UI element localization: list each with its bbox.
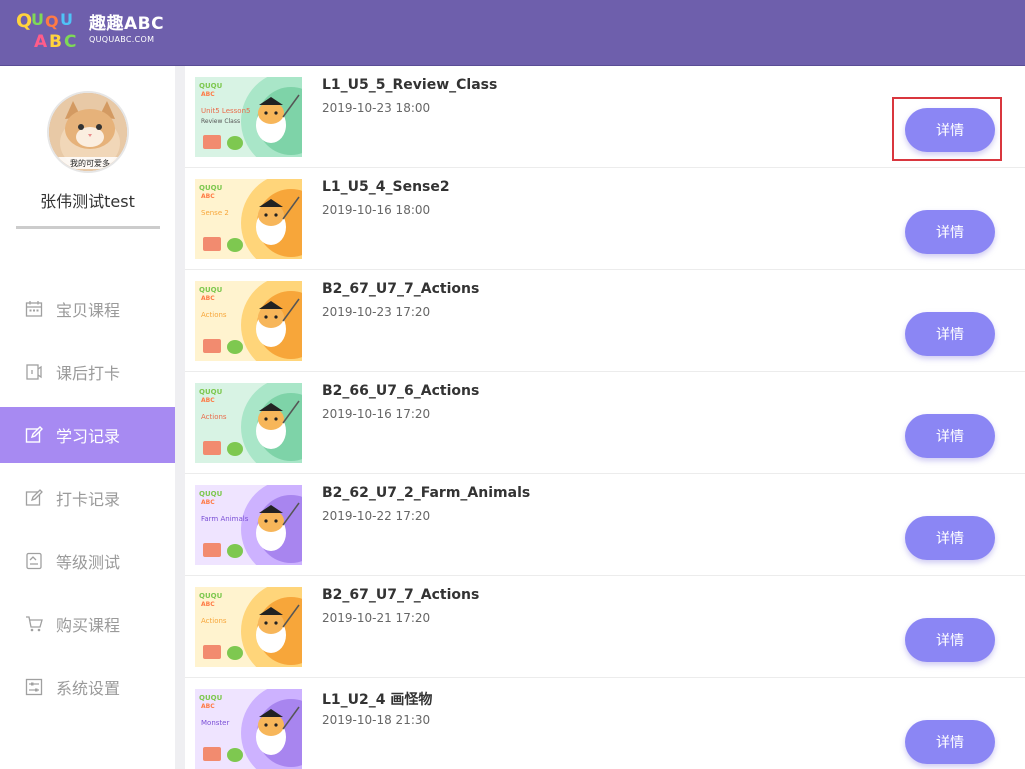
username-underline bbox=[16, 226, 160, 229]
nav-item-after-class-checkin[interactable]: 课后打卡 bbox=[0, 344, 175, 400]
list-item: QUQU ABC Unit5 Lesson5 Review Class L1_U… bbox=[185, 66, 1025, 168]
nav-label: 系统设置 bbox=[56, 679, 121, 698]
cart-icon bbox=[25, 615, 43, 633]
course-thumbnail: QUQU ABC Actions bbox=[195, 587, 302, 667]
brand-url: QUQUABC.COM bbox=[89, 35, 155, 44]
course-thumbnail: QUQU ABC Actions bbox=[195, 383, 302, 463]
svg-text:Q: Q bbox=[16, 10, 32, 32]
course-title: B2_67_U7_7_Actions bbox=[322, 587, 480, 603]
svg-text:Q: Q bbox=[45, 12, 59, 31]
nav-label: 宝贝课程 bbox=[56, 301, 121, 320]
list-item: QUQU ABC Actions B2_66_U7_6_Actions 2019… bbox=[185, 372, 1025, 474]
nav-item-checkin-records[interactable]: 打卡记录 bbox=[0, 470, 175, 526]
course-title: L1_U5_4_Sense2 bbox=[322, 179, 450, 195]
course-thumbnail: QUQU ABC Monster bbox=[195, 689, 302, 769]
course-title: B2_66_U7_6_Actions bbox=[322, 383, 480, 399]
svg-text:Actions: Actions bbox=[201, 413, 227, 421]
svg-text:B: B bbox=[49, 32, 62, 50]
svg-text:Unit5 Lesson5: Unit5 Lesson5 bbox=[201, 107, 250, 115]
course-time: 2019-10-22 17:20 bbox=[322, 509, 431, 523]
list-item: QUQU ABC Actions B2_67_U7_7_Actions 2019… bbox=[185, 270, 1025, 372]
study-record-list: QUQU ABC Unit5 Lesson5 Review Class L1_U… bbox=[185, 66, 1025, 769]
course-time: 2019-10-18 21:30 bbox=[322, 713, 431, 727]
svg-text:我的可爱多: 我的可爱多 bbox=[70, 158, 110, 168]
svg-text:ABC: ABC bbox=[201, 499, 215, 506]
edit-icon bbox=[25, 489, 43, 507]
settings-icon bbox=[25, 678, 43, 696]
edit-icon bbox=[25, 426, 43, 444]
nav-label: 打卡记录 bbox=[56, 490, 121, 509]
checkin-icon bbox=[25, 363, 43, 381]
course-thumbnail: QUQU ABC Farm Animals bbox=[195, 485, 302, 565]
nav-label: 学习记录 bbox=[56, 427, 121, 446]
svg-text:ABC: ABC bbox=[201, 397, 215, 404]
svg-text:Review Class: Review Class bbox=[201, 118, 240, 125]
detail-button[interactable]: 详情 bbox=[905, 108, 995, 152]
svg-text:A: A bbox=[34, 32, 48, 50]
nav-item-system-settings[interactable]: 系统设置 bbox=[0, 659, 175, 715]
svg-text:ABC: ABC bbox=[201, 193, 215, 200]
course-title: B2_67_U7_7_Actions bbox=[322, 281, 480, 297]
svg-text:QUQU: QUQU bbox=[199, 388, 223, 396]
svg-text:ABC: ABC bbox=[201, 91, 215, 98]
svg-text:QUQU: QUQU bbox=[199, 184, 223, 192]
course-title: L1_U5_5_Review_Class bbox=[322, 77, 498, 93]
nav-label: 等级测试 bbox=[56, 553, 121, 572]
svg-text:QUQU: QUQU bbox=[199, 694, 223, 702]
course-thumbnail: QUQU ABC Sense 2 bbox=[195, 179, 302, 259]
brand-name: 趣趣ABC bbox=[89, 14, 165, 34]
ququ-logo: Q U Q U A B C bbox=[16, 10, 76, 50]
detail-button[interactable]: 详情 bbox=[905, 414, 995, 458]
svg-text:QUQU: QUQU bbox=[199, 82, 223, 90]
svg-text:C: C bbox=[64, 32, 76, 50]
course-title: B2_62_U7_2_Farm_Animals bbox=[322, 485, 531, 501]
nav-item-baby-courses[interactable]: 宝贝课程 bbox=[0, 281, 175, 337]
svg-text:Actions: Actions bbox=[201, 617, 227, 625]
detail-button[interactable]: 详情 bbox=[905, 618, 995, 662]
app-header: Q U Q U A B C 趣趣ABC QUQUABC.COM bbox=[0, 0, 1025, 66]
calendar-icon bbox=[25, 300, 43, 318]
detail-button[interactable]: 详情 bbox=[905, 720, 995, 764]
nav-label: 课后打卡 bbox=[56, 364, 121, 383]
list-item: QUQU ABC Sense 2 L1_U5_4_Sense2 2019-10-… bbox=[185, 168, 1025, 270]
course-time: 2019-10-23 18:00 bbox=[322, 101, 431, 115]
svg-text:U: U bbox=[31, 10, 44, 29]
course-thumbnail: QUQU ABC Unit5 Lesson5 Review Class bbox=[195, 77, 302, 157]
svg-text:Actions: Actions bbox=[201, 311, 227, 319]
nav-item-level-test[interactable]: 等级测试 bbox=[0, 533, 175, 589]
detail-button[interactable]: 详情 bbox=[905, 516, 995, 560]
svg-text:Sense 2: Sense 2 bbox=[201, 209, 229, 217]
svg-text:QUQU: QUQU bbox=[199, 490, 223, 498]
course-title: L1_U2_4 画怪物 bbox=[322, 692, 433, 708]
course-thumbnail: QUQU ABC Actions bbox=[195, 281, 302, 361]
svg-text:U: U bbox=[60, 10, 73, 29]
detail-button[interactable]: 详情 bbox=[905, 210, 995, 254]
course-time: 2019-10-23 17:20 bbox=[322, 305, 431, 319]
username: 张伟测试test bbox=[40, 192, 135, 211]
detail-button[interactable]: 详情 bbox=[905, 312, 995, 356]
sidebar-divider bbox=[175, 66, 185, 769]
course-time: 2019-10-16 17:20 bbox=[322, 407, 431, 421]
nav-item-buy-courses[interactable]: 购买课程 bbox=[0, 596, 175, 652]
course-time: 2019-10-16 18:00 bbox=[322, 203, 431, 217]
svg-text:QUQU: QUQU bbox=[199, 592, 223, 600]
list-item: QUQU ABC Actions B2_67_U7_7_Actions 2019… bbox=[185, 576, 1025, 678]
svg-text:ABC: ABC bbox=[201, 703, 215, 710]
svg-text:ABC: ABC bbox=[201, 295, 215, 302]
list-item: QUQU ABC Monster L1_U2_4 画怪物 2019-10-18 … bbox=[185, 678, 1025, 769]
svg-text:ABC: ABC bbox=[201, 601, 215, 608]
nav-item-study-records[interactable]: 学习记录 bbox=[0, 407, 175, 463]
nav-label: 购买课程 bbox=[56, 616, 121, 635]
svg-text:Farm Animals: Farm Animals bbox=[201, 515, 249, 523]
list-item: QUQU ABC Farm Animals B2_62_U7_2_Farm_An… bbox=[185, 474, 1025, 576]
course-time: 2019-10-21 17:20 bbox=[322, 611, 431, 625]
avatar[interactable]: 我的可爱多 bbox=[47, 91, 129, 173]
svg-text:QUQU: QUQU bbox=[199, 286, 223, 294]
test-icon bbox=[25, 552, 43, 570]
brand-text: 趣趣ABC QUQUABC.COM bbox=[89, 14, 164, 45]
svg-text:Monster: Monster bbox=[201, 719, 229, 727]
